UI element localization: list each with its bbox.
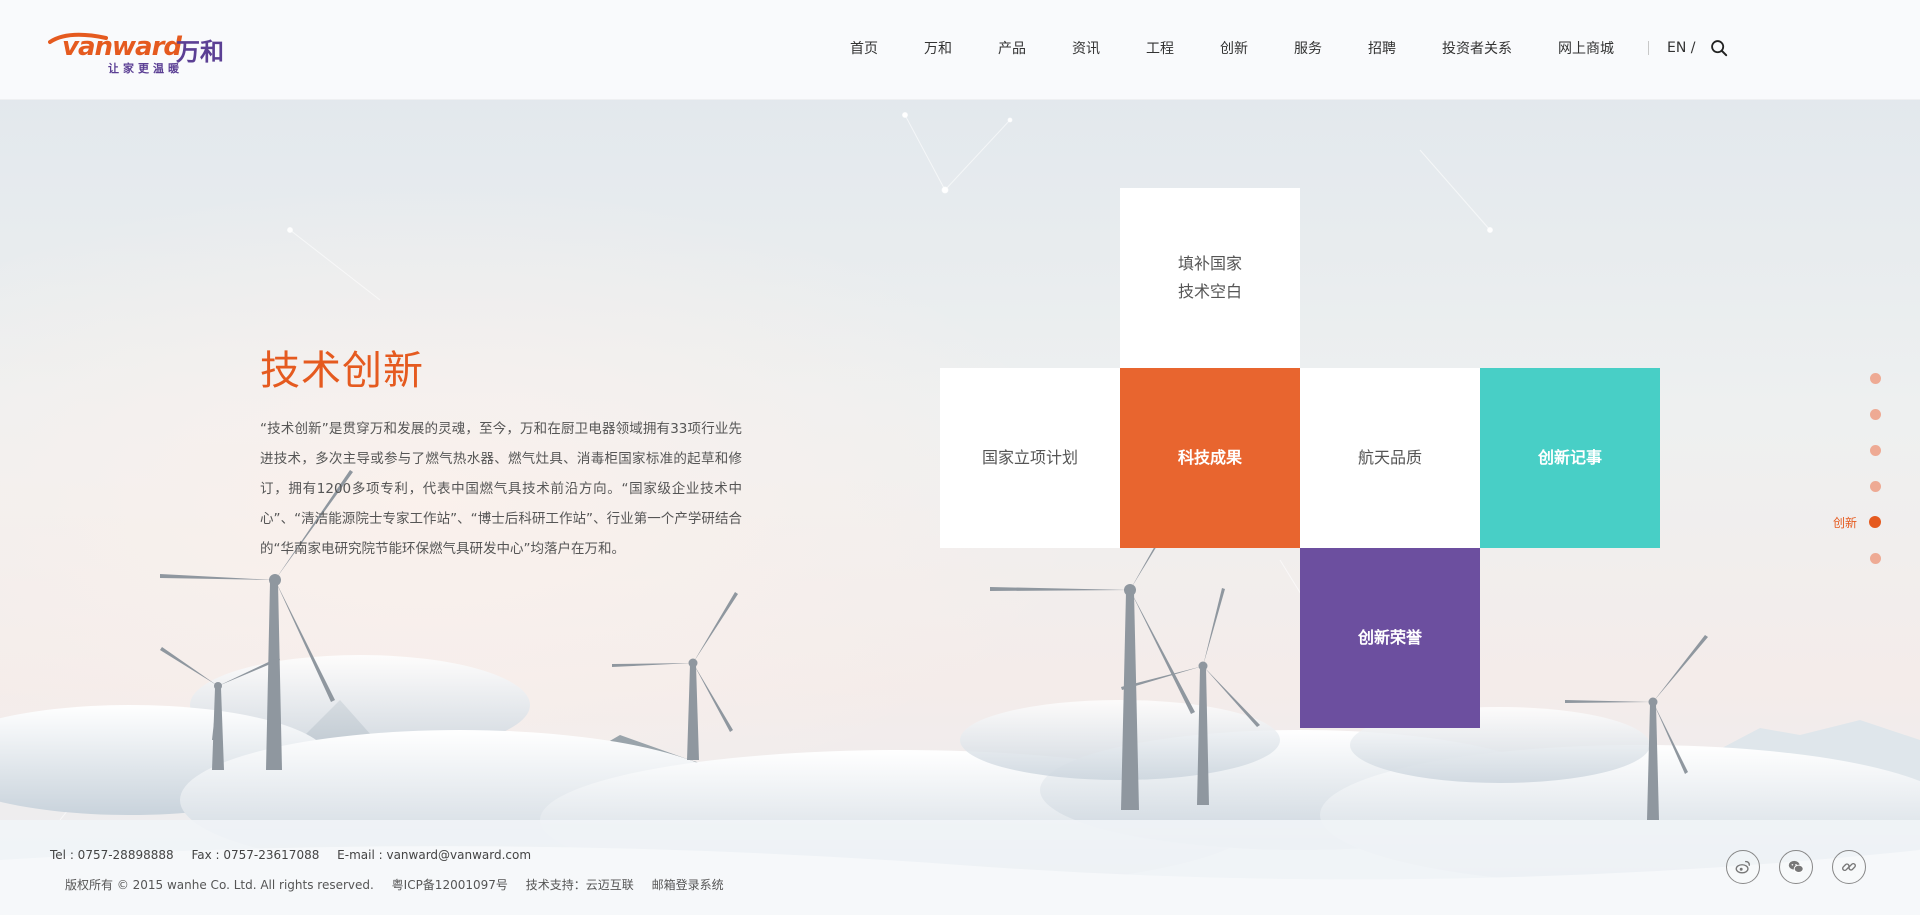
nav-item-careers[interactable]: 招聘: [1368, 38, 1396, 58]
section-dot-2[interactable]: [1833, 396, 1881, 432]
tile-aerospace-quality[interactable]: 航天品质: [1300, 368, 1480, 548]
dot-marker: [1870, 444, 1881, 456]
dot-marker: [1870, 372, 1881, 384]
tile-label: 科技成果: [1177, 448, 1242, 467]
section-dot-6[interactable]: [1833, 540, 1881, 576]
footer-tel: Tel : 0757-28898888: [50, 848, 174, 862]
section-dot-4[interactable]: [1833, 468, 1881, 504]
tile-label-line2: 技术空白: [1177, 282, 1242, 301]
tile-label: 创新记事: [1537, 448, 1602, 467]
site-header: vanward 万和 让家更温暖 首页 万和 产品 资讯 工程 创新 服务 招聘…: [0, 0, 1920, 100]
dot-marker: [1870, 408, 1881, 420]
nav-item-investor-relations[interactable]: 投资者关系: [1442, 38, 1512, 58]
nav-item-products[interactable]: 产品: [998, 38, 1026, 58]
tile-national-projects[interactable]: 国家立项计划: [940, 368, 1120, 548]
nav-item-about[interactable]: 万和: [924, 38, 952, 58]
nav-divider: [1648, 41, 1649, 55]
logo-tagline: 让家更温暖: [108, 62, 183, 75]
tile-label: 创新荣誉: [1357, 628, 1422, 647]
vanward-logo[interactable]: vanward 万和 让家更温暖: [48, 28, 238, 76]
tile-label: 国家立项计划: [981, 448, 1078, 467]
nav-item-service[interactable]: 服务: [1294, 38, 1322, 58]
tile-tech-achievements[interactable]: 科技成果: [1120, 368, 1300, 548]
link-button[interactable]: [1832, 850, 1866, 884]
tile-label-line1: 填补国家: [1177, 254, 1242, 273]
language-switch[interactable]: EN /: [1667, 40, 1696, 56]
footer-mail-login[interactable]: 邮箱登录系统: [652, 878, 724, 892]
weibo-button[interactable]: [1726, 850, 1760, 884]
nav-item-news[interactable]: 资讯: [1072, 38, 1100, 58]
innovation-intro: 技术创新 “技术创新”是贯穿万和发展的灵魂，至今，万和在厨卫电器领域拥有33项行…: [260, 338, 742, 564]
logo-wordmark: vanward: [62, 32, 182, 62]
nav-item-online-mall[interactable]: 网上商城: [1558, 38, 1614, 58]
tile-fill-national-gap[interactable]: 填补国家 技术空白: [1120, 188, 1300, 368]
nav-item-innovation[interactable]: 创新: [1220, 38, 1248, 58]
footer-contact-row: Tel : 0757-28898888 Fax : 0757-23617088 …: [50, 840, 738, 870]
weibo-icon: [1735, 860, 1750, 874]
nav-item-home[interactable]: 首页: [850, 38, 878, 58]
search-icon[interactable]: [1710, 39, 1728, 57]
nav-item-engineering[interactable]: 工程: [1146, 38, 1174, 58]
active-section-label: 创新: [1832, 515, 1857, 530]
footer-tech-support[interactable]: 技术支持：云迈互联: [526, 878, 634, 892]
page-title: 技术创新: [260, 348, 424, 394]
footer-icp[interactable]: 粤ICP备12001097号: [392, 878, 508, 892]
section-dot-5-active[interactable]: 创新: [1833, 504, 1881, 540]
footer-email[interactable]: E-mail : vanward@vanward.com: [337, 848, 531, 862]
dot-marker: [1870, 480, 1881, 492]
tile-innovation-honors[interactable]: 创新荣誉: [1300, 548, 1480, 728]
main-nav: 首页 万和 产品 资讯 工程 创新 服务 招聘 投资者关系 网上商城 EN /: [850, 38, 1728, 58]
site-footer: Tel : 0757-28898888 Fax : 0757-23617088 …: [50, 840, 738, 900]
logo-chinese-name: 万和: [176, 38, 224, 66]
section-pagination: 创新: [1833, 360, 1881, 576]
link-icon: [1842, 862, 1856, 872]
section-dot-3[interactable]: [1833, 432, 1881, 468]
dot-marker: [1870, 552, 1881, 564]
dot-marker-active: [1869, 516, 1881, 528]
social-links: [1726, 850, 1885, 884]
wechat-icon: [1788, 860, 1804, 873]
footer-fax: Fax : 0757-23617088: [191, 848, 320, 862]
section-dot-1[interactable]: [1833, 360, 1881, 396]
footer-copyright: 版权所有 © 2015 wanhe Co. Ltd. All rights re…: [65, 878, 374, 892]
footer-legal-row: 版权所有 © 2015 wanhe Co. Ltd. All rights re…: [50, 870, 738, 900]
tile-label: 航天品质: [1357, 448, 1422, 467]
tile-innovation-chronicle[interactable]: 创新记事: [1480, 368, 1660, 548]
intro-paragraph: “技术创新”是贯穿万和发展的灵魂，至今，万和在厨卫电器领域拥有33项行业先进技术…: [260, 421, 742, 557]
wechat-button[interactable]: [1779, 850, 1813, 884]
